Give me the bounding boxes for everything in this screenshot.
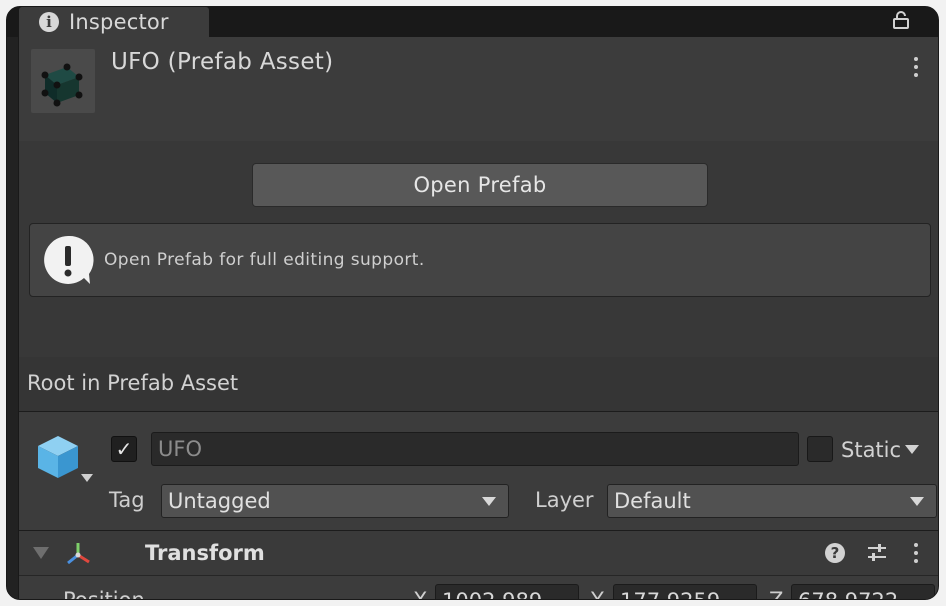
tag-label: Tag [109,488,145,512]
transform-axes-icon [67,543,90,565]
presets-icon[interactable] [865,541,889,565]
z-axis-label: Z [769,588,784,600]
chevron-down-icon [482,497,496,506]
x-axis-label: X [413,588,428,600]
tab-inspector[interactable]: i Inspector [19,7,209,37]
chevron-down-icon [910,497,924,506]
position-row: Position X 1002.989 Y 177.9259 Z 678.972… [19,576,938,600]
cube-icon[interactable] [33,432,83,482]
root-section-label: Root in Prefab Asset [27,371,239,395]
root-section-header: Root in Prefab Asset [19,357,938,412]
layer-dropdown[interactable]: Default [607,484,937,518]
position-x-field[interactable]: 1002.989 [435,584,579,599]
foldout-arrow-icon[interactable] [33,547,49,559]
layer-label: Layer [535,488,594,512]
inspector-window: i Inspector UFO (Prefab Asset) Open Pref… [6,6,939,600]
info-icon: i [39,12,59,32]
static-dropdown[interactable]: Static [841,438,920,462]
position-label: Position [63,588,145,600]
static-checkbox[interactable] [807,436,833,462]
prefab-cube-icon [41,63,83,107]
transform-title: Transform [145,541,265,565]
prefab-thumbnail [31,49,95,113]
position-y-field[interactable]: 177.9259 [613,584,757,599]
tag-value: Untagged [168,489,271,513]
active-checkbox[interactable]: ✓ [111,436,137,462]
gameobject-name-field[interactable]: UFO [151,432,799,466]
tab-label: Inspector [69,10,169,34]
kebab-icon[interactable] [913,543,919,565]
gameobject-header: ✓ UFO Static Tag Untagged Layer Default [19,412,938,531]
position-z-field[interactable]: 678.9722 [791,584,935,599]
lock-icon[interactable] [891,10,911,30]
open-prefab-button[interactable]: Open Prefab [252,163,708,207]
asset-title: UFO (Prefab Asset) [111,49,334,75]
asset-header: UFO (Prefab Asset) [19,37,938,142]
layer-value: Default [614,489,691,513]
icon-dropdown-arrow[interactable] [81,474,93,482]
prefab-asset-body: Open Prefab Open Prefab for full editing… [19,141,938,358]
kebab-icon[interactable] [913,57,919,79]
tag-dropdown[interactable]: Untagged [161,484,509,518]
tab-bar: i Inspector [7,7,938,37]
static-label: Static [841,438,902,462]
help-icon[interactable]: ? [825,543,845,563]
chevron-down-icon [905,444,920,454]
help-box: Open Prefab for full editing support. [29,223,931,297]
transform-component-header[interactable]: Transform ? [19,531,938,576]
warning-icon [44,235,94,284]
help-text: Open Prefab for full editing support. [104,250,425,270]
left-panel-strip [7,37,19,599]
y-axis-label: Y [591,588,604,600]
